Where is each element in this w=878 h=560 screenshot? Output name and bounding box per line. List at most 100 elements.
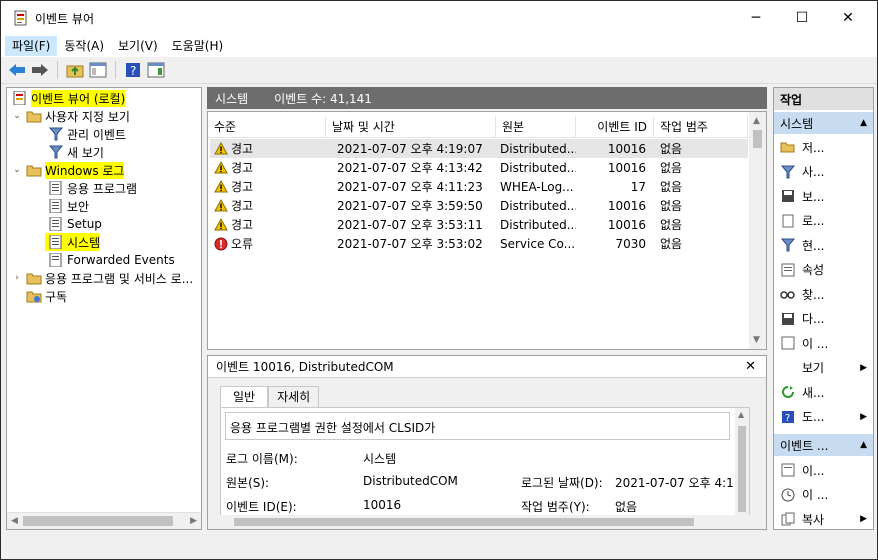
event-list-scrollbar[interactable]: ▲ ▼ <box>749 112 766 349</box>
expand-arrow-icon[interactable]: › <box>11 273 23 283</box>
action-item[interactable]: 속성 <box>774 258 873 282</box>
scroll-left-icon[interactable]: ◀ <box>11 516 18 526</box>
action-item[interactable]: 로... <box>774 209 873 233</box>
tree-item-setup[interactable]: Setup <box>45 215 102 233</box>
scroll-up-icon[interactable]: ▲ <box>738 410 744 419</box>
action-item[interactable]: 이 ... <box>774 483 873 507</box>
task-category-cell: 없음 <box>660 142 683 156</box>
tree-item-system[interactable]: 시스템 <box>45 233 101 251</box>
tree-label: 새 보기 <box>67 145 104 160</box>
collapse-arrow-icon[interactable]: ⌄ <box>11 165 23 175</box>
maximize-button[interactable]: ☐ <box>779 1 825 35</box>
action-item[interactable]: 새... <box>774 380 873 404</box>
action-label: 속성 <box>802 263 825 277</box>
tree-item-security[interactable]: 보안 <box>45 197 89 215</box>
tree-item-custom-views[interactable]: ⌄ 사용자 지정 보기 <box>11 107 130 125</box>
scroll-down-icon[interactable]: ▼ <box>753 335 760 345</box>
action-item[interactable]: 이 ... <box>774 331 873 355</box>
event-message-box[interactable]: 응용 프로그램별 권한 설정에서 CLSID가 <box>225 412 730 440</box>
action-item[interactable]: 현... <box>774 233 873 257</box>
warning-icon <box>214 161 228 174</box>
svg-text:?: ? <box>785 413 790 424</box>
scroll-right-icon[interactable]: ▶ <box>190 516 197 526</box>
find-icon <box>780 286 796 302</box>
source-cell: Distributed... <box>500 160 576 175</box>
table-row[interactable]: 경고 2021-07-07 오후 4:19:07 Distributed... 100… <box>210 139 748 158</box>
scrollbar-thumb[interactable] <box>23 516 173 526</box>
actions-section-system[interactable]: 시스템 ▲ <box>774 112 873 134</box>
up-level-button[interactable] <box>65 60 85 80</box>
action-item[interactable]: 다... <box>774 307 873 331</box>
tree-item-application[interactable]: 응용 프로그램 <box>45 179 137 197</box>
tab-general[interactable]: 일반 <box>220 386 269 408</box>
tree-label: 시스템 <box>67 235 101 250</box>
action-item[interactable]: 찾... <box>774 282 873 306</box>
collapse-arrow-icon[interactable]: ⌄ <box>11 111 23 121</box>
event-id-cell: 7030 <box>615 236 646 251</box>
event-count: 이벤트 수: 41,141 <box>274 91 372 106</box>
table-row[interactable]: 경고 2021-07-07 오후 3:53:11 Distributed... 100… <box>210 215 748 234</box>
tree-item-subscriptions[interactable]: 구독 <box>23 287 67 305</box>
event-id-cell: 10016 <box>607 141 646 156</box>
scrollbar-thumb[interactable] <box>234 518 694 526</box>
detail-scrollbar[interactable]: ▲ <box>735 408 749 529</box>
forward-button[interactable] <box>30 60 50 80</box>
column-source[interactable]: 원본 <box>496 116 576 138</box>
save-icon <box>780 311 796 327</box>
column-event-id[interactable]: 이벤트 ID <box>576 116 654 138</box>
menu-action[interactable]: 동작(A) <box>57 36 111 56</box>
toolbar-separator <box>57 61 58 79</box>
tree-item-admin-events[interactable]: 관리 이벤트 <box>45 125 126 143</box>
column-level[interactable]: 수준 <box>208 116 326 138</box>
show-hide-action-pane-button[interactable] <box>146 60 166 80</box>
action-item[interactable]: 보... <box>774 184 873 208</box>
column-task-category[interactable]: 작업 범주 <box>654 116 748 138</box>
clear-log-icon <box>780 213 796 229</box>
center-pane: 시스템 이벤트 수: 41,141 수준 날짜 및 시간 원본 이벤트 ID 작… <box>207 87 767 530</box>
filter-icon <box>48 144 64 160</box>
tree-item-forwarded-events[interactable]: Forwarded Events <box>45 251 175 269</box>
menu-file[interactable]: 파일(F) <box>5 36 58 56</box>
table-row[interactable]: 경고 2021-07-07 오후 4:13:42 Distributed... 100… <box>210 158 748 177</box>
copy-icon <box>780 511 796 527</box>
scroll-up-icon[interactable]: ▲ <box>753 116 760 126</box>
tree-horizontal-scrollbar[interactable]: ◀ ▶ <box>7 512 201 529</box>
help-button[interactable]: ? <box>123 60 143 80</box>
menu-help[interactable]: 도움말(H) <box>165 36 231 56</box>
action-item[interactable]: 복사 ▶ <box>774 507 873 529</box>
action-item[interactable]: 이... <box>774 458 873 482</box>
event-id-cell: 10016 <box>607 217 646 232</box>
scrollbar-thumb[interactable] <box>753 130 762 148</box>
action-item[interactable]: 보기 ▶ <box>774 356 873 380</box>
tree-item-new-view[interactable]: 새 보기 <box>45 143 104 161</box>
table-row[interactable]: 경고 2021-07-07 오후 3:59:50 Distributed... 100… <box>210 196 748 215</box>
logged-label: 로그된 날짜(D): <box>521 476 603 490</box>
log-icon <box>48 216 64 232</box>
close-button[interactable]: ✕ <box>825 1 871 35</box>
tab-details[interactable]: 자세히 <box>268 386 320 408</box>
table-row-partial[interactable] <box>210 270 748 280</box>
tree-item-windows-logs[interactable]: ⌄ Windows 로그 <box>11 161 125 179</box>
submenu-arrow-icon: ▶ <box>860 411 867 422</box>
scrollbar-thumb[interactable] <box>738 426 746 512</box>
detail-horizontal-scrollbar[interactable] <box>220 515 750 529</box>
back-button[interactable] <box>7 60 27 80</box>
collapse-icon[interactable]: ▲ <box>860 440 867 450</box>
action-item[interactable]: ? 도... ▶ <box>774 405 873 429</box>
detail-close-icon[interactable]: ✕ <box>745 359 756 374</box>
minimize-icon: ─ <box>751 10 761 26</box>
table-row[interactable]: 경고 2021-07-07 오후 4:11:23 WHEA-Log... 17 없음 <box>210 177 748 196</box>
tree-item-root[interactable]: 이벤트 뷰어 (로컬) <box>9 89 126 107</box>
action-item[interactable]: 저... <box>774 135 873 159</box>
column-date[interactable]: 날짜 및 시간 <box>326 116 496 138</box>
tree-item-apps-services[interactable]: › 응용 프로그램 및 서비스 로... <box>11 269 193 287</box>
minimize-button[interactable]: ─ <box>733 1 779 35</box>
actions-section-event[interactable]: 이벤트 ... ▲ <box>774 434 873 456</box>
collapse-icon[interactable]: ▲ <box>860 118 867 128</box>
task-category-cell: 없음 <box>660 161 683 175</box>
menu-view[interactable]: 보기(V) <box>111 36 165 56</box>
table-row[interactable]: 오류 2021-07-07 오후 3:53:02 Service Co... 7030… <box>210 234 748 253</box>
action-item[interactable]: 사... <box>774 160 873 184</box>
show-hide-tree-button[interactable] <box>88 60 108 80</box>
event-viewer-icon <box>12 90 28 106</box>
